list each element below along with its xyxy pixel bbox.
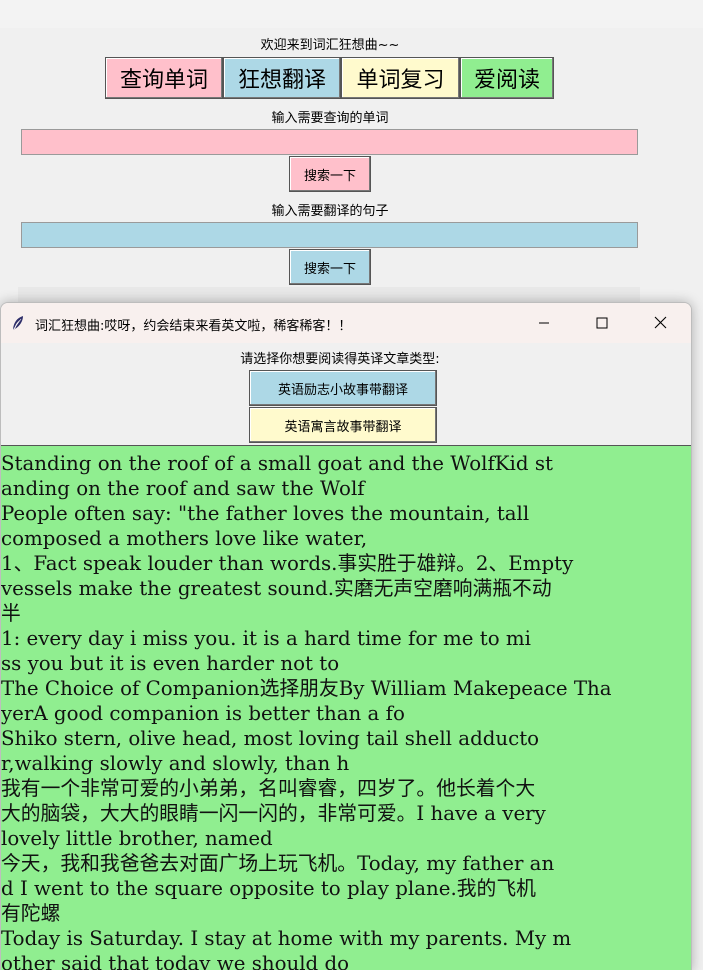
article-line: People often say: "the father loves the …	[1, 502, 530, 525]
close-button[interactable]	[631, 303, 689, 343]
article-line: 大的脑袋，大大的眼睛一闪一闪的，非常可爱。I have a very	[1, 802, 546, 825]
window-title: 词汇狂想曲:哎呀，约会结束来看英文啦，稀客稀客！！	[35, 319, 352, 334]
close-icon	[654, 314, 667, 333]
sentence-search-button[interactable]: 搜索一下	[289, 249, 371, 285]
article-line: lovely little brother, named	[1, 827, 273, 850]
article-line: 1: every day i miss you. it is a hard ti…	[1, 627, 531, 650]
reading-window: 词汇狂想曲:哎呀，约会结束来看英文啦，稀客稀客！！ 请选择你想要阅读得英译文章类…	[0, 302, 692, 970]
article-line: Shiko stern, olive head, most loving tai…	[1, 727, 540, 750]
maximize-icon	[596, 314, 608, 333]
article-line: composed a mothers love like water,	[1, 527, 368, 550]
tab-query-word[interactable]: 查询单词	[105, 57, 223, 99]
fable-story-button[interactable]: 英语寓言故事带翻译	[249, 407, 437, 443]
article-line: vessels make the greatest sound.实磨无声空磨响满…	[1, 577, 552, 600]
article-line: yerA good companion is better than a fo	[1, 702, 405, 725]
article-line: 有陀螺	[1, 902, 61, 925]
word-search-button[interactable]: 搜索一下	[289, 156, 371, 192]
article-line: 1、Fact speak louder than words.事实胜于雄辩。2、…	[1, 552, 574, 575]
tab-word-review[interactable]: 单词复习	[341, 57, 460, 99]
minimize-button[interactable]	[515, 303, 573, 343]
article-line: 今天，我和我爸爸去对面广场上玩飞机。Today, my father an	[1, 852, 555, 875]
article-text-area[interactable]: Standing on the roof of a small goat and…	[1, 445, 691, 970]
article-line: Today is Saturday. I stay at home with m…	[1, 927, 572, 950]
maximize-button[interactable]	[573, 303, 631, 343]
article-line: ss you but it is even harder not to	[1, 652, 340, 675]
reading-window-titlebar[interactable]: 词汇狂想曲:哎呀，约会结束来看英文啦，稀客稀客！！	[1, 303, 691, 343]
article-type-prompt: 请选择你想要阅读得英译文章类型:	[240, 352, 440, 367]
article-line: other said that today we should do	[1, 952, 350, 970]
main-window-top-bar	[0, 0, 703, 29]
minimize-icon	[538, 314, 550, 333]
sentence-input-label: 输入需要翻译的句子	[271, 204, 389, 219]
article-line: d I went to the square opposite to play …	[1, 877, 536, 900]
tab-reading[interactable]: 爱阅读	[460, 57, 554, 99]
article-line: The Choice of Companion选择朋友By William Ma…	[1, 677, 612, 700]
article-line: 我有一个非常可爱的小弟弟，名叫睿睿，四岁了。他长着个大	[1, 777, 536, 800]
tab-translate[interactable]: 狂想翻译	[223, 57, 341, 99]
word-input-label: 输入需要查询的单词	[271, 111, 389, 126]
motivational-story-button[interactable]: 英语励志小故事带翻译	[249, 370, 437, 406]
sentence-input[interactable]	[21, 222, 638, 248]
welcome-label: 欢迎来到词汇狂想曲~~	[260, 38, 400, 53]
article-line: r,walking slowly and slowly, than h	[1, 752, 350, 775]
article-line: 半	[1, 602, 21, 625]
word-input[interactable]	[21, 129, 638, 155]
feather-icon	[11, 315, 25, 331]
article-line: anding on the roof and saw the Wolf	[1, 477, 365, 500]
article-line: Standing on the roof of a small goat and…	[1, 452, 553, 475]
